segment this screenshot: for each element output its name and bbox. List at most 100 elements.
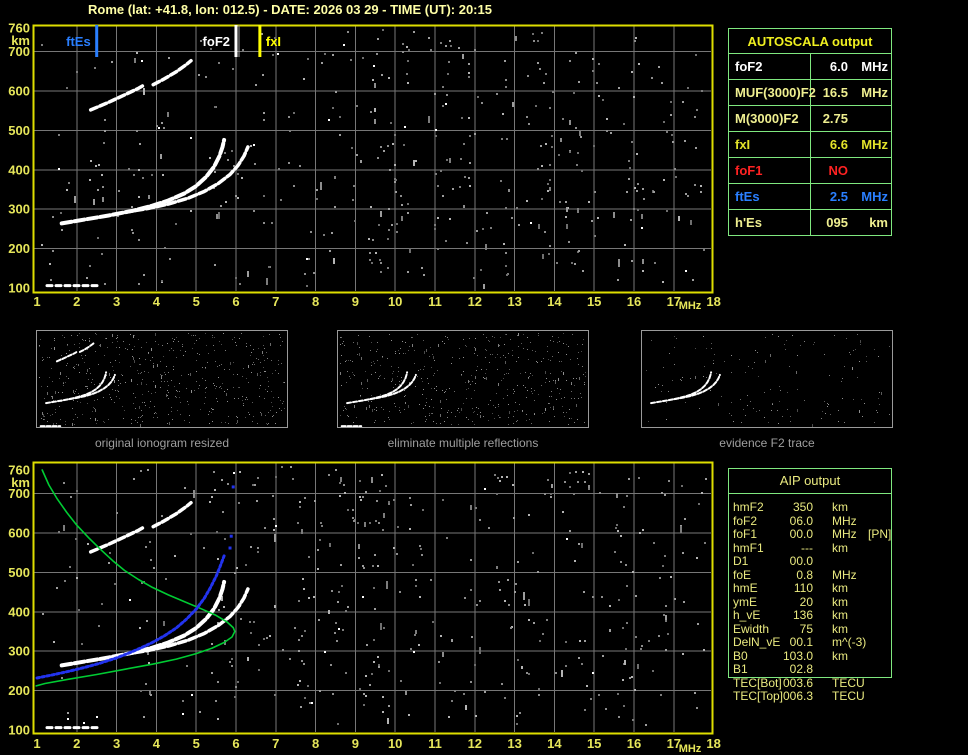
parameter-value: 2.5 MHz <box>809 183 892 210</box>
svg-text:13: 13 <box>507 736 521 751</box>
plot-border <box>32 461 714 735</box>
marker-foF2: foF2 <box>203 25 240 57</box>
parameter-value: 003.6 <box>782 675 813 690</box>
svg-text:300: 300 <box>8 202 30 217</box>
parameter-value: 110 <box>793 581 813 595</box>
parameter-label: ymE <box>733 594 757 609</box>
svg-text:9: 9 <box>352 294 359 309</box>
parameter-unit: km <box>832 648 848 663</box>
autoscala-window: Rome (lat: +41.8, lon: 012.5) - DATE: 20… <box>0 0 968 755</box>
parameter-label: foF2 <box>728 53 811 80</box>
thumbnail-noise <box>39 333 285 427</box>
parameter-value: 16.5 MHz <box>809 79 892 106</box>
svg-text:8: 8 <box>312 294 319 309</box>
unit-text: MHz <box>861 85 888 100</box>
autoscala-output-table: AUTOSCALA output foF2 6.0 MHz MUF(3000)F2 16… <box>728 28 892 236</box>
parameter-label: foF2 <box>733 513 758 528</box>
svg-text:6: 6 <box>232 294 239 309</box>
parameter-label: h_vE <box>733 608 761 622</box>
value-text: 2.5 <box>829 189 848 204</box>
svg-text:3: 3 <box>113 294 120 309</box>
aip-row: ymE 20 km <box>728 594 898 609</box>
caption-multiple-reflections: eliminate multiple reflections <box>387 436 539 450</box>
value-text: NO <box>828 163 849 178</box>
svg-text:7: 7 <box>272 294 279 309</box>
svg-text:12: 12 <box>468 736 482 751</box>
thumbnail-canvas <box>340 333 586 428</box>
parameter-value: 6.6 MHz <box>809 131 892 158</box>
aip-row: DelN_vE 00.1 m^(-3) <box>728 635 898 649</box>
parameter-unit: MHz <box>832 513 857 528</box>
svg-text:100: 100 <box>8 281 30 296</box>
trace-refl <box>88 58 193 112</box>
parameter-value: 2.75 <box>809 105 892 132</box>
svg-text:400: 400 <box>8 604 30 619</box>
svg-text:14: 14 <box>547 294 562 309</box>
marker-ftEs: ftEs <box>66 25 99 57</box>
parameter-unit: km <box>832 594 848 609</box>
aip-row: hmF2 350 km <box>728 500 898 514</box>
aip-row: hmF1 --- km <box>728 540 898 555</box>
table-row: foF1 NO <box>728 157 892 184</box>
svg-text:200: 200 <box>8 241 30 256</box>
parameter-unit: MHz <box>832 527 857 541</box>
svg-text:4: 4 <box>153 294 161 309</box>
aip-row: TEC[Top] 006.3 TECU <box>728 689 898 703</box>
svg-text:18: 18 <box>706 294 720 309</box>
parameter-label: ftEs <box>728 183 811 210</box>
svg-text:3: 3 <box>113 736 120 751</box>
value-text: 095 <box>826 215 848 230</box>
unit-text: MHz <box>861 59 888 74</box>
axis-labels: 760700600500400300200100km1 2 3 4 5 6 7 8 9 10 11 1… <box>8 463 721 755</box>
parameter-value: 00.0 <box>789 554 813 568</box>
svg-text:7: 7 <box>272 736 279 751</box>
svg-text:400: 400 <box>8 162 30 177</box>
svg-text:200: 200 <box>8 683 30 698</box>
parameter-label: foE <box>733 567 752 582</box>
aip-row: foF2 06.0 MHz <box>728 513 898 528</box>
table-row: ftEs 2.5 MHz <box>728 183 892 210</box>
trace-refl <box>88 500 193 554</box>
parameter-label: M(3000)F2 <box>728 105 811 132</box>
marker-label-ftEs: ftEs <box>66 34 91 49</box>
thumbnail-trace-refl <box>55 342 95 363</box>
svg-text:16: 16 <box>627 736 641 751</box>
svg-text:13: 13 <box>507 294 521 309</box>
caption-f2-trace: evidence F2 trace <box>719 436 815 450</box>
svg-text:km: km <box>11 475 30 490</box>
parameter-value: 00.0 <box>789 527 813 541</box>
svg-text:600: 600 <box>8 526 30 541</box>
parameter-unit: km <box>832 581 848 595</box>
table-row: M(3000)F2 2.75 <box>728 105 892 132</box>
svg-text:500: 500 <box>8 565 30 580</box>
svg-text:1: 1 <box>33 294 40 309</box>
svg-text:MHz: MHz <box>679 300 702 312</box>
parameter-label: Ewidth <box>733 621 770 636</box>
parameter-unit: km <box>832 540 848 555</box>
parameter-label: hmF2 <box>733 500 764 514</box>
svg-text:10: 10 <box>388 736 402 751</box>
parameter-label: hmF1 <box>733 540 764 555</box>
svg-text:5: 5 <box>193 736 200 751</box>
svg-text:16: 16 <box>627 294 641 309</box>
svg-text:300: 300 <box>8 644 30 659</box>
value-text: 6.0 <box>829 59 848 74</box>
thumbnail-original-ionogram <box>36 330 288 428</box>
parameter-value: NO <box>809 157 892 184</box>
thumbnail-canvas <box>646 334 890 427</box>
table-row: MUF(3000)F2 16.5 MHz <box>728 79 892 106</box>
trace-x <box>122 145 250 215</box>
marker-label-foF2: foF2 <box>203 34 230 49</box>
value-text: 6.6 <box>829 137 848 152</box>
svg-text:km: km <box>11 33 30 48</box>
svg-text:14: 14 <box>547 736 562 751</box>
svg-text:5: 5 <box>193 294 200 309</box>
svg-text:MHz: MHz <box>679 743 702 755</box>
grid-lines <box>34 463 711 732</box>
parameter-unit: km <box>832 500 848 514</box>
autoscala-table-title: AUTOSCALA output <box>728 28 892 54</box>
table-header-row: AUTOSCALA output <box>728 28 892 54</box>
bottom-profile-plot: 760700600500400300200100km1 2 3 4 5 6 7 8 9 10 11 1… <box>8 461 721 755</box>
table-row: foF2 6.0 MHz <box>728 53 892 80</box>
parameter-label: B1 <box>733 662 748 676</box>
